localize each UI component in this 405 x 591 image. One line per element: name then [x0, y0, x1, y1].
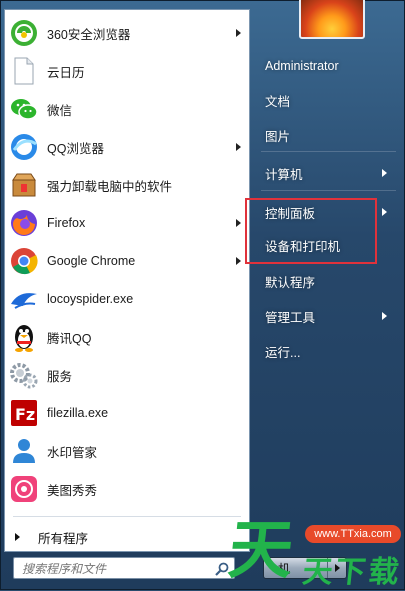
user-avatar[interactable] [299, 0, 365, 39]
program-item-locoyspider[interactable]: locoyspider.exe [5, 280, 249, 318]
item-label: 图片 [265, 129, 291, 144]
program-label: filezilla.exe [47, 406, 109, 420]
firefox-icon [9, 208, 39, 238]
submenu-arrow-icon [236, 219, 241, 227]
chevron-right-icon [334, 564, 340, 572]
highlight-annotation [245, 198, 377, 264]
program-item-chrome[interactable]: Google Chrome [5, 242, 249, 280]
start-menu: 360安全浏览器 云日历 微信 QQ浏览器 强力卸载电脑中的软件 Firefox… [0, 0, 405, 590]
program-item-watermark-manager[interactable]: 水印管家 [5, 432, 249, 470]
item-label: 文档 [265, 94, 291, 109]
chrome-icon [9, 246, 39, 276]
program-item-filezilla[interactable]: Fz filezilla.exe [5, 394, 249, 432]
wechat-icon [9, 94, 39, 124]
gears-icon [9, 360, 39, 390]
program-label: 水印管家 [47, 445, 98, 460]
submenu-arrow-icon [236, 143, 241, 151]
programs-pane: 360安全浏览器 云日历 微信 QQ浏览器 强力卸载电脑中的软件 Firefox… [4, 9, 250, 552]
program-item-firefox[interactable]: Firefox [5, 204, 249, 242]
program-label: 360安全浏览器 [47, 27, 131, 42]
item-label: 默认程序 [265, 275, 316, 290]
program-item-wechat[interactable]: 微信 [5, 90, 249, 128]
uninstall-box-icon [9, 170, 39, 200]
shutdown-options-button[interactable] [327, 558, 346, 578]
program-label: QQ浏览器 [47, 141, 104, 156]
360-browser-icon [9, 18, 39, 48]
all-programs-label: 所有程序 [38, 531, 89, 546]
qq-browser-icon [9, 132, 39, 162]
watermark-user-icon [9, 436, 39, 466]
item-label: Administrator [265, 59, 339, 73]
filezilla-icon: Fz [9, 398, 39, 428]
program-label: Firefox [47, 216, 86, 230]
default-programs-item[interactable]: 默认程序 [251, 266, 401, 296]
submenu-arrow-icon [382, 312, 387, 320]
expand-arrow-icon [15, 533, 20, 541]
program-item-qq-browser[interactable]: QQ浏览器 [5, 128, 249, 166]
submenu-arrow-icon [236, 257, 241, 265]
program-label: 美图秀秀 [47, 483, 98, 498]
submenu-arrow-icon [382, 169, 387, 177]
submenu-arrow-icon [236, 29, 241, 37]
program-label: 服务 [47, 369, 73, 384]
places-pane: Administrator 文档 图片 计算机 控制面板 设备和打印机 默认程序… [251, 0, 405, 591]
submenu-arrow-icon [382, 208, 387, 216]
pictures-item[interactable]: 图片 [251, 120, 401, 150]
program-label: locoyspider.exe [47, 292, 134, 306]
program-item-meitu[interactable]: 美图秀秀 [5, 470, 249, 508]
all-programs-button[interactable]: 所有程序 [5, 524, 249, 550]
program-item-uninstaller[interactable]: 强力卸载电脑中的软件 [5, 166, 249, 204]
admin-tools-item[interactable]: 管理工具 [251, 301, 401, 331]
computer-item[interactable]: 计算机 [251, 158, 401, 188]
shutdown-label: 机 [278, 561, 291, 576]
svg-text:Fz: Fz [15, 405, 35, 424]
spider-icon [9, 284, 39, 314]
shutdown-button[interactable]: 机 [263, 557, 347, 579]
run-item[interactable]: 运行... [251, 336, 401, 366]
divider [13, 516, 241, 517]
item-label: 管理工具 [265, 310, 316, 325]
program-item-services[interactable]: 服务 [5, 356, 249, 394]
program-item-360-browser[interactable]: 360安全浏览器 [5, 14, 249, 52]
program-item-tencent-qq[interactable]: 腾讯QQ [5, 318, 249, 356]
item-label: 运行... [265, 345, 301, 360]
search-box[interactable] [13, 557, 235, 579]
user-folder-item[interactable]: Administrator [251, 51, 401, 81]
search-icon[interactable] [214, 561, 230, 577]
divider [261, 190, 396, 191]
program-label: 腾讯QQ [47, 331, 92, 346]
meitu-icon [9, 474, 39, 504]
program-item-cloud-calendar[interactable]: 云日历 [5, 52, 249, 90]
program-label: 云日历 [47, 65, 85, 80]
item-label: 计算机 [265, 167, 303, 182]
divider [261, 151, 396, 152]
program-label: Google Chrome [47, 254, 136, 268]
documents-item[interactable]: 文档 [251, 85, 401, 115]
program-label: 强力卸载电脑中的软件 [47, 179, 173, 194]
qq-penguin-icon [9, 322, 39, 352]
program-list: 360安全浏览器 云日历 微信 QQ浏览器 强力卸载电脑中的软件 Firefox… [5, 14, 249, 508]
document-icon [9, 56, 39, 86]
search-input[interactable] [20, 560, 209, 578]
program-label: 微信 [47, 103, 73, 118]
